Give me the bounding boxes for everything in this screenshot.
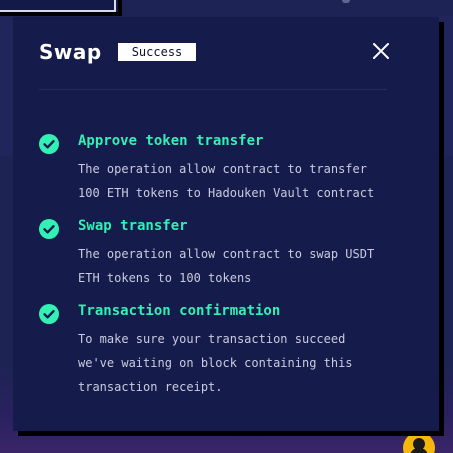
step-description-line: The operation allow contract to transfer (78, 162, 367, 176)
header-divider (39, 89, 387, 90)
modal-header: Swap Success (39, 40, 389, 64)
check-circle-icon (39, 134, 59, 154)
background-panel-left (0, 16, 14, 156)
modal-title: Swap (39, 40, 102, 64)
step-title: Swap transfer (78, 218, 188, 234)
step-description-line: 100 ETH tokens to Hadouken Vault contrac… (78, 186, 375, 200)
step-description-line: we've waiting on block containing this (78, 356, 353, 370)
step-description-line: The operation allow contract to swap USD… (78, 247, 375, 261)
check-circle-icon (39, 304, 59, 324)
background-card (0, 0, 122, 16)
close-icon (373, 43, 389, 59)
close-button[interactable] (370, 40, 392, 62)
step-title: Approve token transfer (78, 133, 264, 149)
check-circle-icon (39, 219, 59, 239)
step-description-line: ETH tokens to 100 tokens (78, 271, 252, 285)
background-card-border (0, 0, 116, 12)
background-indicator (342, 0, 350, 3)
step-description: The operation allow contract to transfer… (78, 157, 398, 205)
step-description: The operation allow contract to swap USD… (78, 242, 398, 290)
step-title: Transaction confirmation (78, 303, 281, 319)
step-description-line: transaction receipt. (78, 380, 223, 394)
status-badge: Success (118, 43, 196, 61)
step-description: To make sure your transaction succeed we… (78, 327, 398, 399)
step-description-line: To make sure your transaction succeed (78, 332, 346, 346)
